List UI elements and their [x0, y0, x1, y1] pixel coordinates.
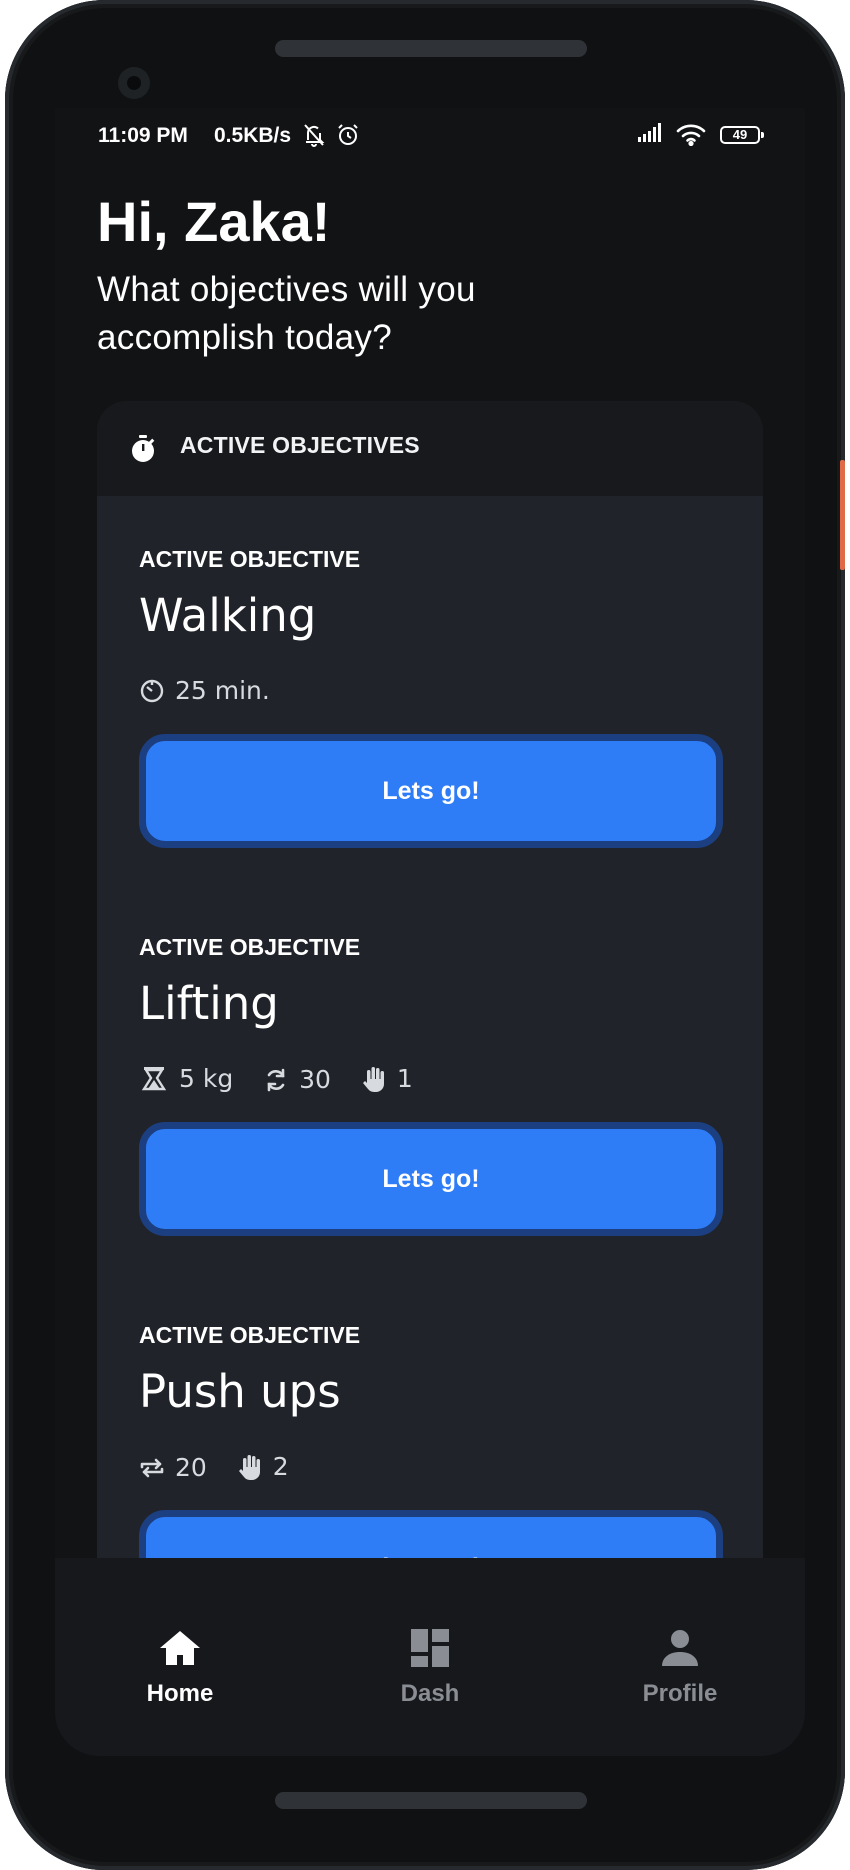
- meta-value: 20: [175, 1453, 207, 1482]
- nav-item-home[interactable]: Home: [110, 1628, 250, 1708]
- meta-reps: 30: [263, 1065, 331, 1095]
- meta-value: 5 kg: [179, 1064, 234, 1093]
- lets-go-button[interactable]: Lets go!: [139, 734, 723, 848]
- meta-reps: 20: [139, 1453, 207, 1483]
- status-time: 11:09 PM: [98, 124, 188, 147]
- alarm-icon: [335, 122, 361, 152]
- person-icon: [662, 1630, 698, 1666]
- weight-icon: [141, 1067, 167, 1091]
- top-speaker: [275, 40, 587, 57]
- wifi-icon: [675, 122, 707, 150]
- objective-meta: 25 min.: [139, 676, 292, 706]
- battery-icon: 49: [720, 126, 764, 144]
- objective-title: Lifting: [139, 977, 279, 1030]
- objective-card: ACTIVE OBJECTIVE Walking 25 min. Lets go…: [139, 546, 723, 856]
- hand-icon: [238, 1455, 260, 1480]
- lets-go-button[interactable]: Lets go!: [139, 1122, 723, 1236]
- home-icon: [160, 1631, 200, 1665]
- meta-sets: 2: [237, 1452, 289, 1482]
- phone-frame: 11:09 PM 0.5KB/s 49 Hi, Zaka! What objec…: [5, 0, 845, 1870]
- meta-value: 25 min.: [175, 676, 270, 705]
- hand-icon: [362, 1067, 384, 1092]
- active-objectives-panel: ACTIVE OBJECTIVES ACTIVE OBJECTIVE Walki…: [97, 401, 763, 1701]
- greeting-title: Hi, Zaka!: [97, 190, 331, 253]
- meta-value: 30: [299, 1065, 331, 1094]
- objective-card: ACTIVE OBJECTIVE Lifting 5 kg 30 1 Lets …: [139, 934, 723, 1244]
- stopwatch-icon: [130, 435, 156, 467]
- meta-duration: 25 min.: [139, 676, 270, 706]
- panel-header: ACTIVE OBJECTIVES: [97, 401, 763, 496]
- objective-meta: 5 kg 30 1: [139, 1064, 435, 1094]
- timer-icon: [140, 679, 164, 703]
- greeting-subtitle: What objectives will you accomplish toda…: [97, 270, 476, 357]
- objective-title: Push ups: [139, 1365, 341, 1418]
- bell-off-icon: [302, 122, 326, 152]
- objective-label: ACTIVE OBJECTIVE: [139, 546, 361, 572]
- objective-meta: 20 2: [139, 1452, 311, 1482]
- repeat-icon: [140, 1458, 164, 1478]
- nav-label: Dash: [400, 1680, 460, 1707]
- objective-label: ACTIVE OBJECTIVE: [139, 934, 361, 960]
- app-screen: 11:09 PM 0.5KB/s 49 Hi, Zaka! What objec…: [55, 108, 805, 1756]
- side-button: [840, 460, 845, 570]
- objective-title: Walking: [139, 589, 317, 642]
- refresh-icon: [267, 1068, 285, 1092]
- signal-icon: [637, 122, 663, 148]
- panel-header-label: ACTIVE OBJECTIVES: [180, 432, 420, 458]
- dashboard-icon: [411, 1629, 449, 1667]
- meta-weight: 5 kg: [139, 1064, 233, 1094]
- bottom-speaker: [275, 1792, 587, 1809]
- bottom-navigation: Home Dash Profile: [55, 1558, 805, 1756]
- meta-sets: 1: [361, 1064, 413, 1094]
- nav-item-dash[interactable]: Dash: [360, 1628, 500, 1708]
- status-net-speed: 0.5KB/s: [214, 124, 292, 147]
- nav-label: Home: [146, 1680, 214, 1707]
- status-bar: 11:09 PM 0.5KB/s 49: [55, 108, 805, 168]
- meta-value: 1: [396, 1064, 413, 1093]
- objective-label: ACTIVE OBJECTIVE: [139, 1322, 361, 1348]
- nav-item-profile[interactable]: Profile: [610, 1628, 750, 1708]
- meta-value: 2: [272, 1452, 289, 1481]
- nav-label: Profile: [642, 1680, 718, 1707]
- front-camera: [118, 67, 150, 99]
